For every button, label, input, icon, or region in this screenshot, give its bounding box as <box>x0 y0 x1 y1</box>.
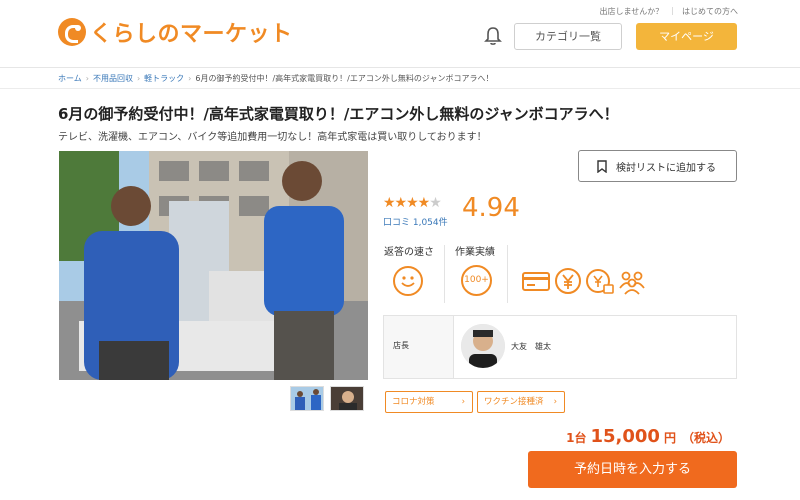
open-shop-link[interactable]: 出店しませんか？ <box>600 6 664 17</box>
stat-divider <box>444 245 445 303</box>
corona-measures-tag[interactable]: コロナ対策 › <box>385 391 473 413</box>
chevron-right-icon: › <box>461 397 465 407</box>
group-icon <box>619 271 645 295</box>
page-subtitle: テレビ、洗濯機、エアコン、バイク等追加費用一切なし！高年式家電は買い取りしており… <box>58 132 487 143</box>
breadcrumb-junk[interactable]: 不用品回収 <box>93 74 133 83</box>
work-record-label: 作業実績 <box>455 247 495 258</box>
star-empty-icon: ★ <box>429 195 442 211</box>
breadcrumb-truck[interactable]: 軽トラック <box>144 74 184 83</box>
staff-avatar <box>461 324 505 368</box>
star-rating: ★★★★★ <box>383 195 442 211</box>
yen-lock-icon <box>586 269 614 294</box>
price-currency: 円 <box>663 431 676 445</box>
page-title: 6月の御予約受付中！/高年式家電買取り！/エアコン外し無料のジャンボコアラへ！ <box>58 105 619 123</box>
vaccinated-tag[interactable]: ワクチン接種済 › <box>477 391 565 413</box>
response-speed-label: 返答の速さ <box>384 247 434 258</box>
staff-label: 店長 <box>384 316 454 378</box>
chevron-right-icon: › <box>553 397 557 407</box>
review-count-link[interactable]: 口コミ 1,054件 <box>383 215 448 228</box>
price-unit: 1台 <box>566 431 587 445</box>
thumbnail-2[interactable] <box>330 386 364 411</box>
breadcrumb-separator-icon: › <box>136 74 141 83</box>
top-links-divider: | <box>671 6 674 15</box>
price-tax-note: （税込） <box>681 431 730 445</box>
credit-card-icon <box>522 272 550 291</box>
mypage-button[interactable]: マイページ <box>636 23 737 50</box>
logo-mark-icon <box>58 18 86 46</box>
category-list-button[interactable]: カテゴリ一覧 <box>514 23 622 50</box>
breadcrumb-separator-icon: › <box>85 74 89 83</box>
staff-name: 大友 雄太 <box>511 342 551 351</box>
watch-button-label: 検討リストに追加する <box>616 162 716 174</box>
bookmark-icon <box>597 159 607 173</box>
breadcrumb-current: 6月の御予約受付中！/高年式家電買取り！/エアコン外し無料のジャンボコアラへ！ <box>195 74 494 83</box>
corona-measures-label: コロナ対策 <box>392 397 435 407</box>
star-filled-icons: ★★★★ <box>383 195 430 211</box>
breadcrumb-separator-icon: › <box>188 74 192 83</box>
site-header: くらしのマーケット 出店しませんか？ | はじめての方へ カテゴリ一覧 マイペー… <box>0 0 800 68</box>
work-record-badge-icon: 100+ <box>461 265 492 296</box>
price: 1台 15,000 円 （税込） <box>566 426 730 447</box>
staff-box: 店長 大友 雄太 <box>383 315 737 379</box>
yen-coin-icon <box>555 268 581 294</box>
main-photo[interactable] <box>59 151 368 380</box>
stat-divider <box>507 245 508 303</box>
bell-icon[interactable] <box>484 26 502 46</box>
breadcrumb: ホーム › 不用品回収 › 軽トラック › 6月の御予約受付中！/高年式家電買取り！/エアコ… <box>58 73 493 84</box>
logo-text: くらしのマーケット <box>90 22 293 47</box>
breadcrumb-home[interactable]: ホーム <box>58 74 82 83</box>
add-to-watchlist-button[interactable]: 検討リストに追加する <box>578 150 737 182</box>
breadcrumb-divider <box>0 88 800 89</box>
first-time-link[interactable]: はじめての方へ <box>682 6 738 17</box>
book-date-button[interactable]: 予約日時を入力する <box>528 451 737 488</box>
smile-icon <box>393 266 423 296</box>
vaccinated-label: ワクチン接種済 <box>484 397 544 407</box>
site-logo[interactable]: くらしのマーケット <box>58 16 293 48</box>
rating-score: 4.94 <box>462 193 520 223</box>
price-amount: 15,000 <box>590 426 660 447</box>
top-links: 出店しませんか？ | はじめての方へ <box>600 6 738 17</box>
thumbnail-1[interactable] <box>290 386 324 411</box>
